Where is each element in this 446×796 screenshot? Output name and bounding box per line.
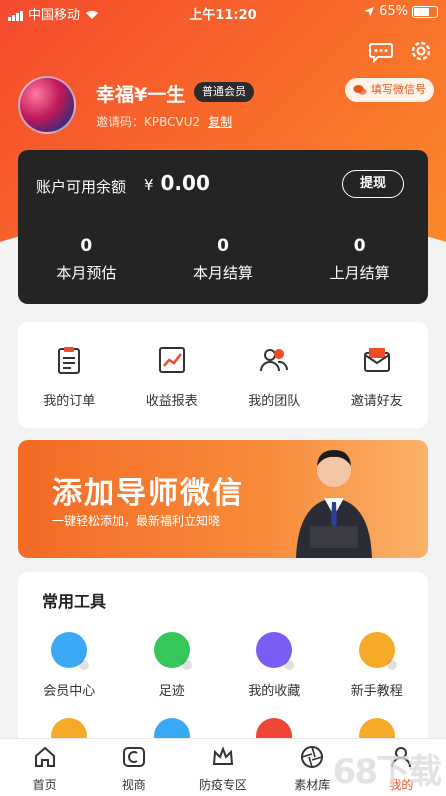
wechat-icon [353,85,367,95]
mentor-illustration [296,450,372,558]
mentor-wechat-banner[interactable]: 添加导师微信 一键轻松添加，最新福利立知晓 [18,440,428,558]
member-level-badge: 普通会员 [194,82,254,102]
invite-code-value: KPBCVU2 [144,115,201,129]
currency-symbol: ¥ [144,176,154,194]
stat-label: 上月结算 [329,264,390,282]
tab-label: 首页 [32,778,57,792]
stat-value: 0 [80,236,93,256]
quick-action-label: 邀请好友 [350,394,403,409]
balance-card: 账户可用余额 ¥ 0.00 提现 0 本月预估 0 本月结算 0 上月结算 [18,150,428,304]
member-center-icon [51,632,90,670]
member-center-button[interactable]: 会员中心 [18,632,121,699]
invite-friends-button[interactable]: 邀请好友 [326,322,429,428]
header-actions [368,38,434,64]
crown-icon [212,746,234,765]
banner-subtitle: 一键轻松添加，最新福利立知晓 [52,514,221,528]
copy-link[interactable]: 复制 [208,115,232,129]
tab-epidemic-zone[interactable]: 防疫专区 [178,739,267,796]
my-favorites-button[interactable]: 我的收藏 [223,632,326,699]
home-icon [34,746,55,767]
footprint-button[interactable]: 足迹 [121,632,224,699]
message-icon[interactable] [368,38,394,64]
username: 幸福¥一生 [96,84,186,106]
battery-icon [412,5,438,18]
quick-action-label: 收益报表 [145,394,198,409]
wechat-button-label: 填写微信号 [371,83,426,96]
quick-action-label: 我的订单 [43,394,96,409]
video-shop-icon [122,747,145,767]
tools-row: 会员中心 足迹 我的收藏 新手教程 [18,632,428,699]
balance-value: 0.00 [160,171,210,195]
stat-month-settled[interactable]: 0 本月结算 [155,236,292,283]
earnings-report-button[interactable]: 收益报表 [121,322,224,428]
tab-label: 防疫专区 [199,778,248,792]
quick-actions: 我的订单 收益报表 我的团队 邀请好友 [18,322,428,428]
status-right: 65% [363,4,438,19]
tab-home[interactable]: 首页 [0,739,89,796]
tab-label: 视商 [121,778,146,792]
stat-value: 0 [353,236,366,256]
stat-label: 本月结算 [193,264,254,282]
common-tools: 常用工具 会员中心 足迹 我的收藏 新手教程 [18,572,428,752]
stat-month-estimate[interactable]: 0 本月预估 [18,236,155,283]
balance-label: 账户可用余额 [36,178,127,196]
avatar[interactable] [18,76,76,134]
stat-label: 本月预估 [56,264,117,282]
tools-section-title: 常用工具 [42,592,107,611]
tool-label: 足迹 [158,684,185,699]
aperture-icon [301,746,324,768]
footprint-icon [153,632,192,670]
tool-label: 会员中心 [43,684,96,699]
beginner-tutorial-button[interactable]: 新手教程 [326,632,429,699]
status-bar: 中国移动 上午11:20 65% [0,0,446,26]
tool-label: 新手教程 [350,684,403,699]
order-icon [58,347,81,374]
tab-video-shop[interactable]: 视商 [89,739,178,796]
folder-icon [256,632,295,670]
team-icon [260,349,289,372]
tool-label: 我的收藏 [248,684,301,699]
balance-amount: ¥ 0.00 [144,171,210,195]
earnings-stats: 0 本月预估 0 本月结算 0 上月结算 [18,236,428,283]
stat-value: 0 [217,236,229,256]
site-watermark: 68下载 [332,752,442,792]
fill-wechat-button[interactable]: 填写微信号 [345,78,434,102]
location-icon [364,6,375,17]
book-icon [358,632,397,670]
invite-code-label: 邀请码： [96,115,145,129]
quick-action-label: 我的团队 [248,394,301,409]
withdraw-button[interactable]: 提现 [342,170,404,198]
invite-icon [363,348,390,372]
invite-code-row: 邀请码：KPBCVU2 复制 [96,113,232,130]
my-team-button[interactable]: 我的团队 [223,322,326,428]
settings-gear-icon[interactable] [408,38,434,64]
banner-title: 添加导师微信 [52,476,244,511]
battery-percent: 65% [379,4,408,19]
my-orders-button[interactable]: 我的订单 [18,322,121,428]
stat-last-month-settled[interactable]: 0 上月结算 [291,236,428,283]
report-icon [158,347,185,373]
